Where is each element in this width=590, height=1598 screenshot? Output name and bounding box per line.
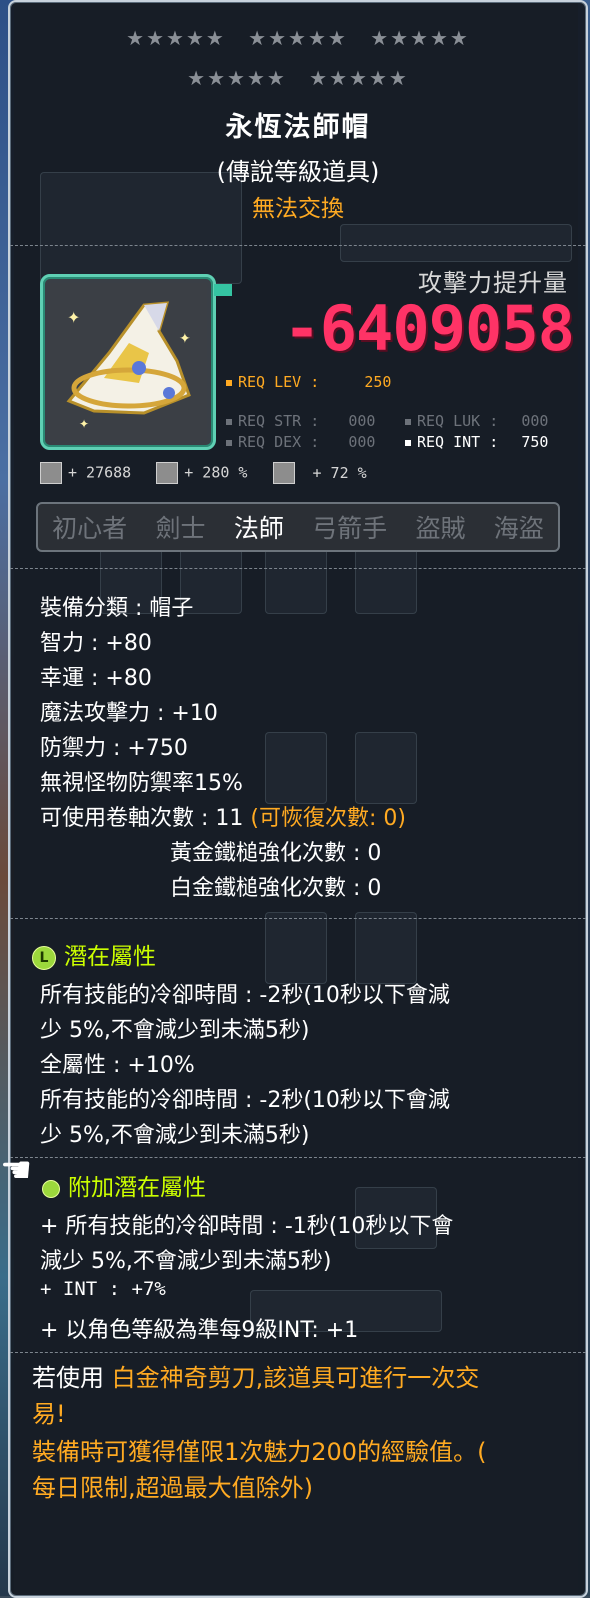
star-group: ★★★★★ bbox=[187, 66, 287, 90]
req-luk: REQ LUK : 000 bbox=[405, 412, 548, 430]
job-bowman: 弓箭手 bbox=[312, 514, 388, 543]
equip-flag-icon bbox=[214, 284, 232, 296]
boss-damage-icon bbox=[156, 462, 179, 484]
stat-defense: 防禦力 : +750 bbox=[40, 736, 188, 761]
quick-stat-b: + 280 % bbox=[184, 463, 248, 482]
potential-line: 所有技能的冷卻時間 : -2秒(10秒以下會減 bbox=[40, 983, 450, 1008]
star-group: ★★★★★ bbox=[248, 26, 348, 50]
bonus-potential-line: + 所有技能的冷卻時間 : -1秒(10秒以下會 bbox=[40, 1214, 454, 1239]
quick-stats-row: + 27688 + 280 % + 72 % bbox=[40, 462, 367, 484]
ghost-slot bbox=[265, 912, 327, 984]
req-int: REQ INT : 750 bbox=[405, 433, 548, 451]
req-str-value: 000 bbox=[348, 412, 376, 430]
scroll-slots-text: 可使用卷軸次數 : 11 bbox=[40, 806, 244, 831]
cursor-glove-icon: ☚ bbox=[0, 1150, 33, 1191]
stat-int: 智力 : +80 bbox=[40, 631, 152, 656]
job-class-bar: 初心者 劍士 法師 弓箭手 盜賊 海盜 bbox=[36, 502, 560, 552]
star-force-row-2: ★★★★★ ★★★★★ bbox=[10, 66, 586, 90]
stat-platinum-hammer: 白金鐵槌強化次數 : 0 bbox=[170, 876, 382, 901]
bullet-icon bbox=[405, 418, 411, 425]
potential-line: 少 5%,不會減少到未滿5秒) bbox=[40, 1018, 310, 1043]
req-level-value: 250 bbox=[364, 373, 392, 391]
wizard-hat-icon: ✦ ✦ ✦ bbox=[49, 283, 207, 441]
req-level-label: REQ LEV : bbox=[238, 373, 320, 391]
item-grade: (傳說等級道具) bbox=[216, 158, 380, 186]
req-int-label: REQ INT : bbox=[417, 433, 499, 451]
star-group: ★★★★★ bbox=[126, 26, 226, 50]
star-force-row-1: ★★★★★ ★★★★★ ★★★★★ bbox=[10, 26, 586, 50]
star-group: ★★★★★ bbox=[370, 26, 470, 50]
req-luk-label: REQ LUK : bbox=[417, 412, 499, 430]
stat-scroll-slots: 可使用卷軸次數 : 11 (可恢復次數: 0) bbox=[40, 800, 406, 832]
attack-stat-icon bbox=[40, 462, 62, 484]
note-charm: 裝備時可獲得僅限1次魅力200的經驗值。( bbox=[32, 1438, 487, 1466]
bonus-potential-line: 減少 5%,不會減少到未滿5秒) bbox=[40, 1249, 332, 1274]
note-scissors-cont: 易! bbox=[32, 1400, 66, 1428]
req-level: REQ LEV : 250 bbox=[226, 373, 391, 391]
job-thief: 盜賊 bbox=[415, 514, 466, 543]
ghost-achievement-bar bbox=[340, 224, 572, 262]
note-prefix: 若使用 bbox=[32, 1364, 104, 1392]
bullet-icon bbox=[405, 439, 411, 446]
divider bbox=[10, 1157, 586, 1158]
potential-line: 少 5%,不會減少到未滿5秒) bbox=[40, 1123, 310, 1148]
req-dex-value: 000 bbox=[348, 433, 376, 451]
stat-gold-hammer: 黃金鐵槌強化次數 : 0 bbox=[170, 841, 382, 866]
bonus-potential-header: 附加潛在屬性 bbox=[42, 1168, 206, 1202]
job-magician: 法師 bbox=[233, 514, 284, 543]
charm-note: 裝備時可獲得僅限1次魅力200的經驗值。( 每日限制,超過最大值除外) bbox=[32, 1434, 572, 1506]
attack-change-value: -6409058 bbox=[283, 292, 575, 365]
req-dex: REQ DEX : 000 bbox=[226, 433, 375, 451]
stat-luk: 幸運 : +80 bbox=[40, 666, 152, 691]
quick-stat-c: + 72 % bbox=[312, 463, 367, 482]
bullet-icon bbox=[226, 418, 232, 425]
divider bbox=[10, 568, 586, 569]
ignore-defense-icon bbox=[272, 462, 295, 484]
item-name: 永恆法師帽 bbox=[225, 112, 371, 143]
star-group: ★★★★★ bbox=[309, 66, 409, 90]
req-str-label: REQ STR : bbox=[238, 412, 320, 430]
trade-scissors-note: 若使用 白金神奇剪刀,該道具可進行一次交 易! bbox=[32, 1360, 572, 1432]
divider bbox=[10, 918, 586, 919]
req-dex-label: REQ DEX : bbox=[238, 433, 320, 451]
quick-stat-a: + 27688 bbox=[68, 463, 132, 482]
stat-category: 裝備分類 : 帽子 bbox=[40, 596, 194, 621]
req-luk-value: 000 bbox=[521, 412, 549, 430]
stat-ignore-defense: 無視怪物防禦率15% bbox=[40, 771, 243, 796]
note-charm-cont: 每日限制,超過最大值除外) bbox=[32, 1474, 313, 1502]
ghost-slot bbox=[355, 732, 417, 804]
svg-text:✦: ✦ bbox=[79, 417, 89, 431]
job-pirate: 海盜 bbox=[493, 514, 544, 543]
potential-line: 所有技能的冷卻時間 : -2秒(10秒以下會減 bbox=[40, 1088, 450, 1113]
svg-text:✦: ✦ bbox=[67, 308, 80, 327]
item-tooltip: ★★★★★ ★★★★★ ★★★★★ ★★★★★ ★★★★★ 永恆法師帽 (傳說等… bbox=[8, 0, 588, 1598]
potential-header: L 潛在屬性 bbox=[32, 937, 156, 971]
svg-text:✦: ✦ bbox=[179, 331, 191, 347]
ghost-slot bbox=[265, 732, 327, 804]
job-beginner: 初心者 bbox=[52, 514, 128, 543]
potential-line: 全屬性 : +10% bbox=[40, 1053, 195, 1078]
item-icon-frame: ✦ ✦ ✦ bbox=[40, 274, 216, 450]
potential-title: 潛在屬性 bbox=[64, 944, 156, 970]
divider bbox=[10, 1352, 586, 1353]
bullet-icon bbox=[226, 379, 232, 386]
bullet-icon bbox=[226, 439, 232, 446]
req-int-value: 750 bbox=[521, 433, 549, 451]
scroll-restore-text: (可恢復次數: 0) bbox=[250, 806, 406, 831]
bonus-potential-line: + INT : +7% bbox=[40, 1278, 166, 1300]
job-warrior: 劍士 bbox=[155, 514, 206, 543]
ghost-slot bbox=[355, 912, 417, 984]
note-scissors: 白金神奇剪刀,該道具可進行一次交 bbox=[111, 1364, 480, 1392]
req-str: REQ STR : 000 bbox=[226, 412, 375, 430]
bonus-potential-line: + 以角色等級為準每9級INT: +1 bbox=[40, 1318, 359, 1343]
stat-magic-attack: 魔法攻擊力 : +10 bbox=[40, 701, 218, 726]
legendary-badge-icon: L bbox=[32, 945, 56, 970]
bonus-badge-icon bbox=[42, 1179, 60, 1198]
divider bbox=[10, 245, 586, 246]
trade-restriction: 無法交換 bbox=[252, 196, 344, 222]
bonus-potential-title: 附加潛在屬性 bbox=[68, 1175, 206, 1201]
